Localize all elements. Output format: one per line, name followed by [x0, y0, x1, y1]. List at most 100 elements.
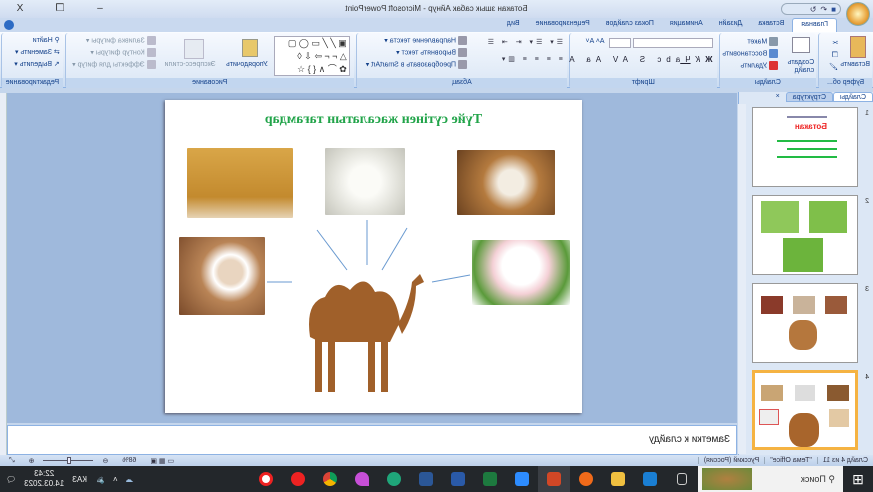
text-direction-button[interactable]: Направление текста ▾ — [384, 36, 468, 45]
input-language[interactable]: КАЗ — [72, 475, 87, 484]
new-slide-button[interactable]: Создать слайд — [784, 59, 815, 75]
close-button[interactable]: X — [0, 0, 40, 18]
arrange-icon[interactable] — [241, 39, 258, 57]
align-buttons[interactable]: ≡ ≡ ≡ ≡ ▥▾ — [499, 55, 563, 63]
clock[interactable]: 22:43 14.03.2023 — [24, 469, 64, 489]
editing-group: ⚲ Найти ⇄ Заменить ▾ ↖ Выделить ▾ Редакт… — [1, 33, 63, 88]
tab-home[interactable]: Главная — [792, 18, 837, 32]
quick-styles-button[interactable]: Экспресс-стили — [165, 61, 216, 68]
task-view-icon[interactable] — [666, 466, 698, 492]
reset-label: Восстановить — [722, 50, 768, 58]
reset-button[interactable]: Восстановить — [722, 49, 779, 58]
vertical-scrollbar[interactable] — [0, 93, 7, 455]
search-box[interactable]: ⚲ Поиск — [698, 466, 843, 492]
slide-thumbnail-2[interactable] — [752, 195, 858, 275]
new-slide-icon[interactable] — [792, 37, 811, 53]
shape-outline-button[interactable]: Контур фигуры ▾ — [90, 48, 156, 57]
replace-button[interactable]: ⇄ Заменить ▾ — [15, 48, 60, 56]
copy-icon[interactable]: ❐ — [832, 51, 838, 59]
paste-button[interactable]: Вставить — [840, 61, 870, 68]
tab-insert[interactable]: Вставка — [750, 18, 792, 32]
minimize-button[interactable]: – — [80, 0, 120, 18]
zoom-slider[interactable] — [43, 457, 94, 464]
slide-thumbnail-3[interactable] — [752, 283, 858, 363]
paragraph-group: ☰▾ ☰▾ ⇤ ⇥ ☰ ≡ ≡ ≡ ≡ ▥▾ Направление текст… — [355, 33, 568, 88]
select-button[interactable]: ↖ Выделить ▾ — [14, 60, 60, 68]
language[interactable]: Русский (Россия) — [697, 457, 765, 464]
slide-thumbnail-4[interactable] — [752, 370, 858, 450]
align-text-icon — [458, 48, 468, 57]
paste-icon[interactable] — [850, 36, 866, 58]
bread-image[interactable] — [187, 148, 293, 218]
excel-icon[interactable] — [474, 466, 506, 492]
shapes-gallery[interactable]: ▣ ╱ ╱ ▭ ◯ ▢ △ ⌐ ⌐ ⇨ ⇩ ◊ ✿ ⌒ ∧ { } ☆ — [273, 36, 350, 76]
yogurt-image[interactable] — [472, 240, 570, 305]
font-format-buttons[interactable]: ЖКЧabc S AV Aa A — [564, 55, 712, 64]
replace-icon: ⇄ — [53, 49, 60, 56]
yandex-icon[interactable] — [250, 466, 282, 492]
help-icon[interactable] — [4, 20, 14, 30]
kurt-balls-image[interactable] — [325, 148, 405, 215]
layout-button[interactable]: Макет — [747, 37, 779, 46]
close-panel-icon[interactable]: × — [770, 92, 786, 102]
start-button[interactable]: ⊞ — [843, 466, 873, 492]
delete-icon — [769, 61, 779, 70]
milk-tea-image[interactable] — [179, 237, 265, 315]
tab-slides[interactable]: Слайды — [832, 92, 873, 102]
tab-review[interactable]: Рецензирование — [528, 18, 598, 32]
onedrive-icon[interactable]: ☁ — [126, 475, 134, 484]
show-hidden-icons[interactable]: ˄ — [113, 475, 118, 484]
tab-animation[interactable]: Анимация — [662, 18, 711, 32]
list-buttons[interactable]: ☰▾ ☰▾ ⇤ ⇥ ☰ — [485, 38, 563, 46]
font-grow-shrink[interactable]: A˄ A˅ — [585, 38, 604, 45]
outline-icon — [146, 48, 156, 57]
notes-pane[interactable]: Заметки к слайду — [7, 425, 737, 455]
tab-view[interactable]: Вид — [499, 18, 528, 32]
text-direction-label: Направление текста — [389, 37, 457, 45]
panel-scrollbar[interactable] — [738, 104, 746, 454]
font-size-select[interactable] — [608, 38, 631, 48]
delete-slide-button[interactable]: Удалить — [740, 61, 779, 70]
tab-slideshow[interactable]: Показ слайдов — [598, 18, 662, 32]
mail-icon[interactable] — [634, 466, 666, 492]
tab-outline[interactable]: Структура — [785, 92, 833, 102]
explorer-icon[interactable] — [602, 466, 634, 492]
view-buttons[interactable]: ▭ ▦ ▣ — [145, 457, 179, 465]
thumb-number: 3 — [865, 286, 869, 293]
app-icon[interactable] — [442, 466, 474, 492]
paint-icon[interactable] — [346, 466, 378, 492]
chrome-icon[interactable] — [314, 466, 346, 492]
camel-image[interactable] — [285, 262, 430, 400]
firefox-icon[interactable] — [570, 466, 602, 492]
font-name-select[interactable] — [632, 38, 713, 48]
notification-icon[interactable]: 🗨 — [6, 475, 16, 484]
format-painter-icon[interactable]: 🖌 — [829, 63, 838, 71]
slide-thumbnail-1[interactable]: Ботакан — [752, 107, 858, 187]
office-button[interactable] — [846, 2, 870, 26]
zoom-in-button[interactable]: ⊕ — [24, 457, 40, 465]
arrange-button[interactable]: Упорядочить — [226, 61, 268, 68]
cut-icon[interactable]: ✂ — [832, 39, 838, 47]
powerpoint-taskbar-icon[interactable] — [538, 466, 570, 492]
slide-canvas[interactable]: Түйе сүтінен жасалатын тағамдар — [165, 100, 582, 413]
r-app-icon[interactable] — [282, 466, 314, 492]
word-icon[interactable] — [410, 466, 442, 492]
shape-effects-button[interactable]: Эффекты для фигур ▾ — [72, 60, 156, 69]
shape-fill-button[interactable]: Заливка фигуры ▾ — [86, 36, 156, 45]
zoom-slider-thumb[interactable] — [67, 457, 72, 464]
zoom-level[interactable]: 68% — [117, 457, 141, 464]
smartart-button[interactable]: Преобразовать в SmartArt ▾ — [366, 60, 468, 69]
find-button[interactable]: ⚲ Найти — [33, 36, 60, 44]
text-direction-icon — [458, 36, 468, 45]
milk-bowls-image[interactable] — [457, 150, 555, 215]
zoom-app-icon[interactable] — [506, 466, 538, 492]
tab-design[interactable]: Дизайн — [711, 18, 751, 32]
align-text-button[interactable]: Выровнять текст ▾ — [396, 48, 468, 57]
restore-button[interactable]: ❐ — [40, 0, 80, 18]
volume-icon[interactable]: 🔈 — [95, 475, 105, 484]
thumb-number: 2 — [865, 198, 869, 205]
quick-styles-icon[interactable] — [183, 39, 204, 59]
zoom-out-button[interactable]: ⊖ — [97, 457, 113, 465]
edge-icon[interactable] — [378, 466, 410, 492]
fit-slide-button[interactable]: ⤢ — [4, 457, 20, 465]
